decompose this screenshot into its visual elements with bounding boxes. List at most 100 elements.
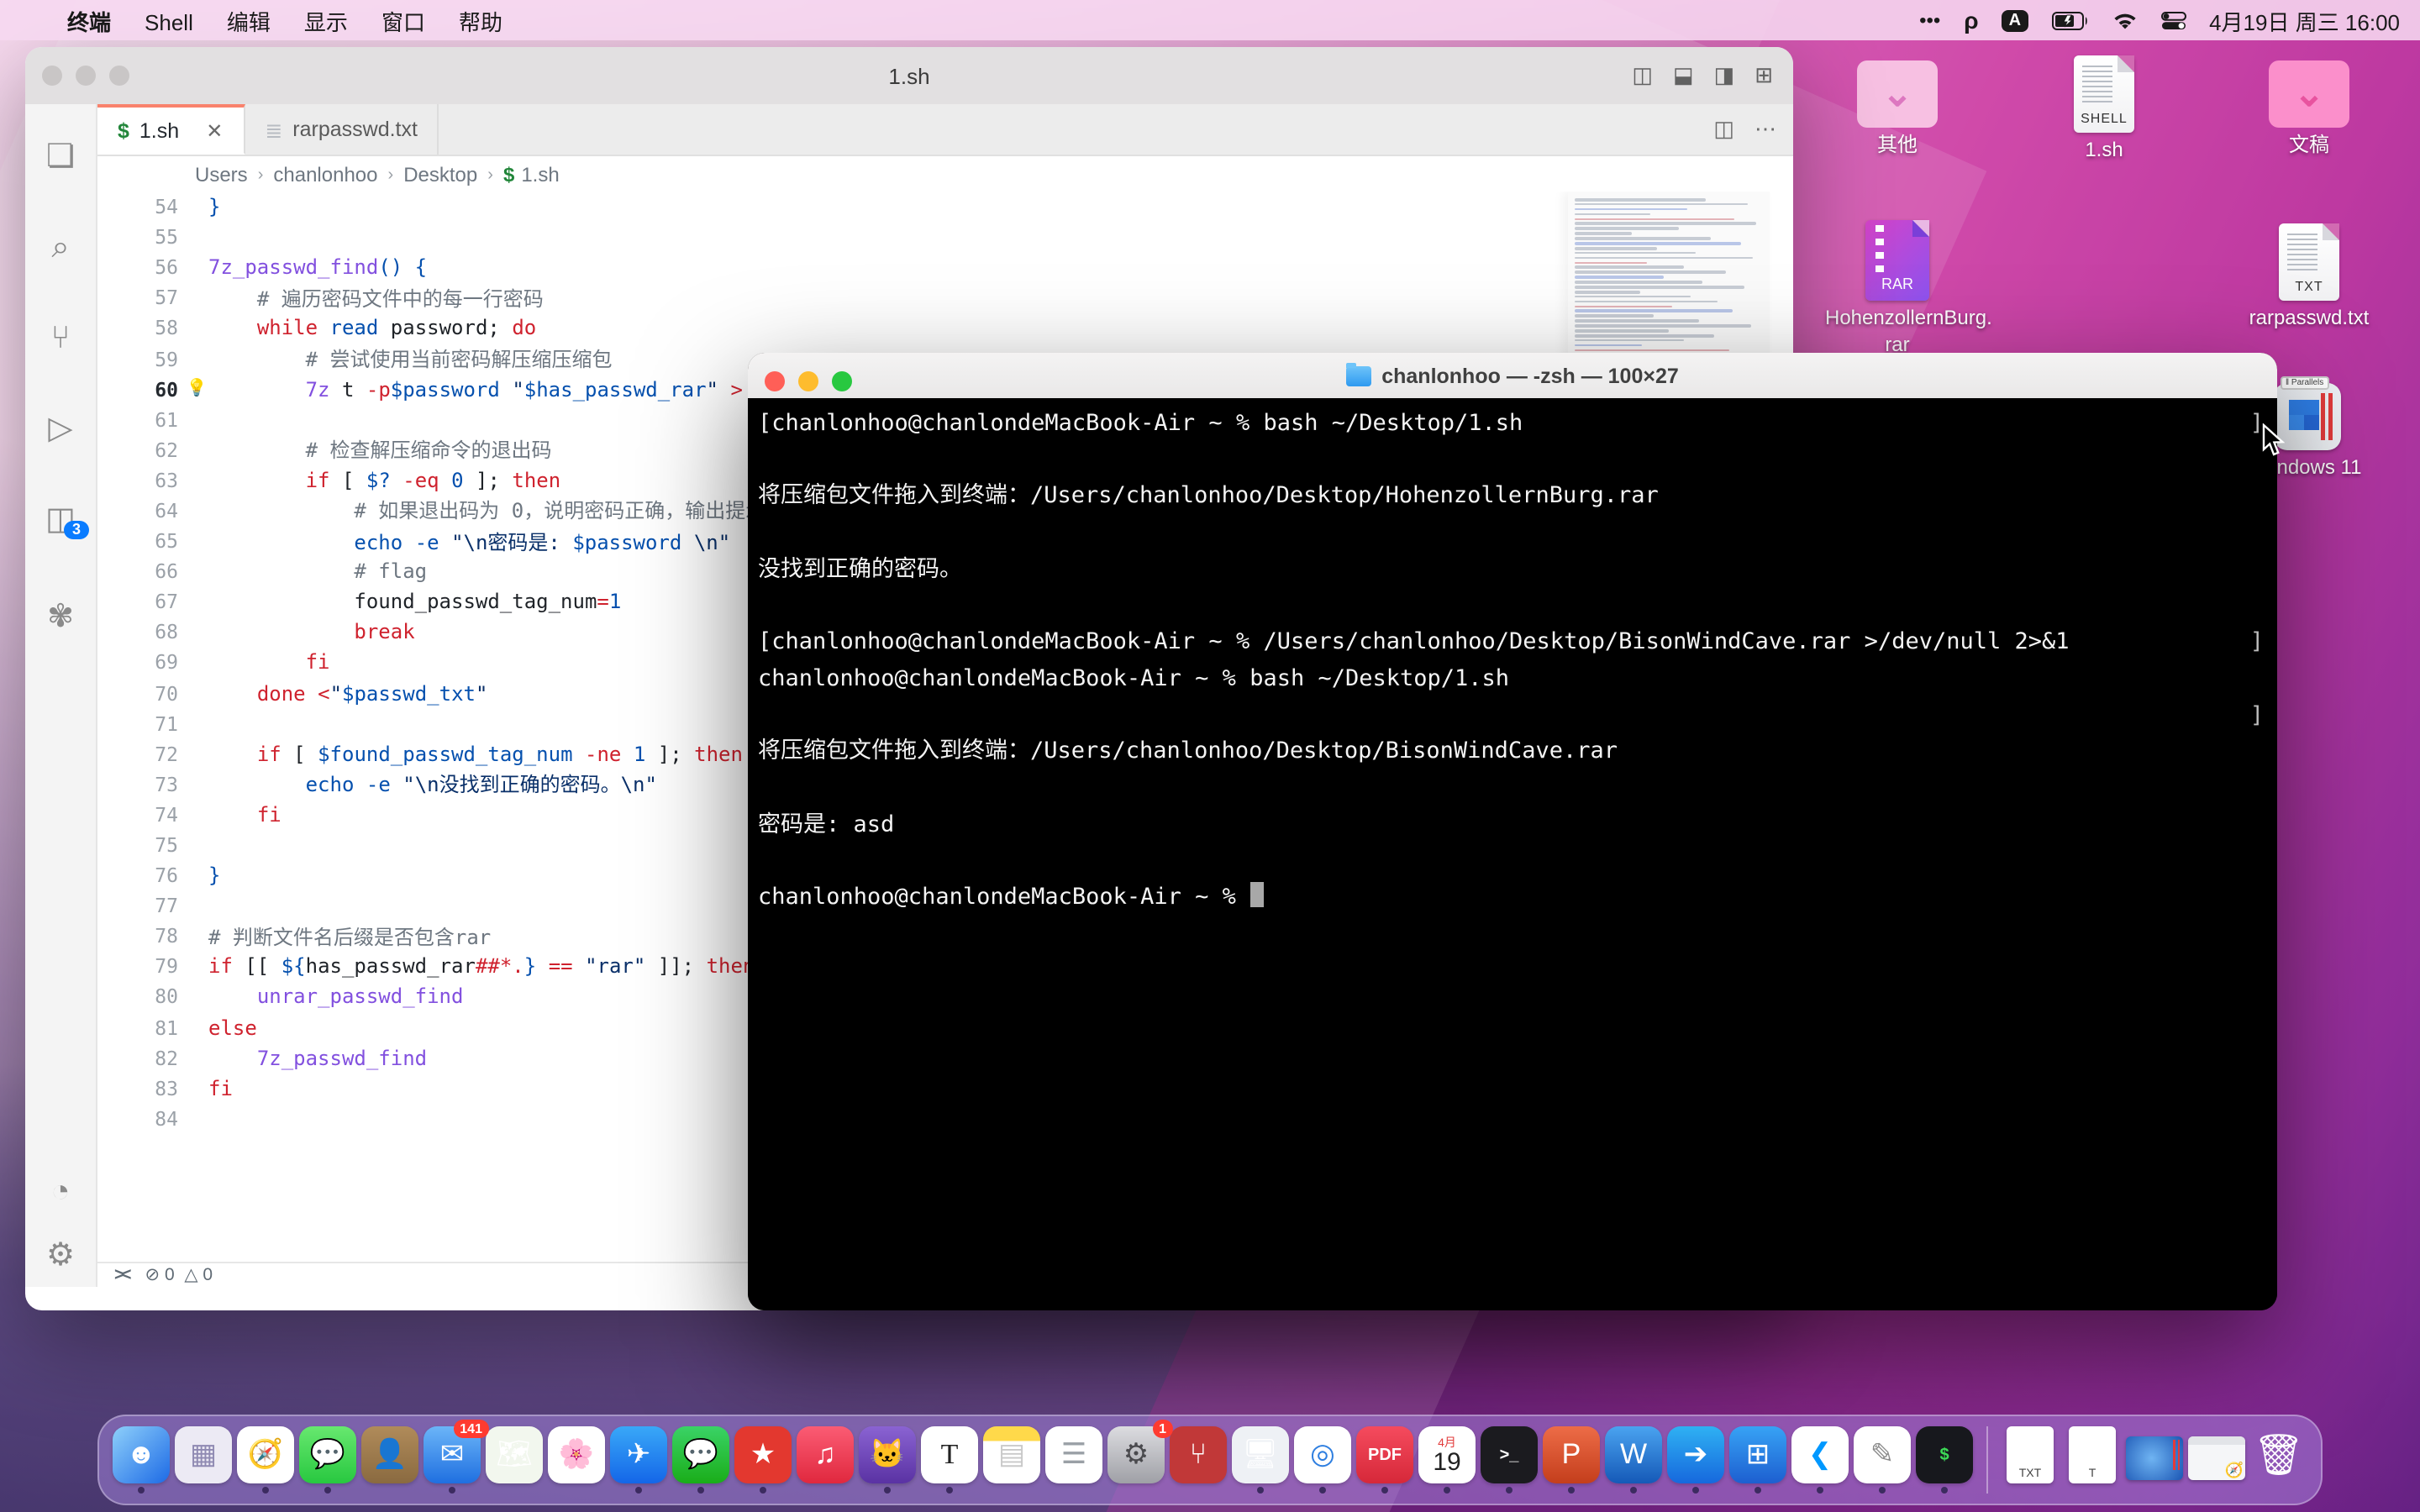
desktop-icon-file-1sh[interactable]: SHELL 1.sh	[2032, 55, 2176, 164]
dock-icon-textedit[interactable]: ✎	[1854, 1426, 1911, 1494]
running-indicator-dot	[635, 1487, 642, 1494]
explorer-icon[interactable]: ❏	[25, 141, 96, 173]
desktop-icon-file-rarpasswd[interactable]: TXTrarpasswd.txt	[2237, 223, 2381, 332]
more-actions-icon[interactable]: ⋯	[1754, 116, 1776, 143]
dock-icon-weread[interactable]: ★	[734, 1426, 792, 1494]
wifi-icon[interactable]	[2112, 11, 2137, 29]
zoom-window-button[interactable]	[109, 66, 129, 86]
vscode-title-bar[interactable]: 1.sh ◫ ⬓ ◨ ⊞	[25, 47, 1793, 104]
breadcrumb-separator: ›	[388, 165, 394, 184]
lightbulb-icon[interactable]: 💡	[185, 380, 208, 398]
toggle-panel-icon[interactable]: ⬓	[1673, 62, 1694, 89]
openai-extension-icon[interactable]: ✾	[25, 601, 96, 633]
dock-icon-git-fork-red[interactable]: ⑂	[1170, 1426, 1227, 1494]
dock-icon-blue-arrow-app[interactable]: ➔	[1667, 1426, 1724, 1494]
dock-icon-typora[interactable]: T	[921, 1426, 978, 1494]
desktop-icon-folder-stack-documents[interactable]: ⌄文稿	[2237, 60, 2381, 159]
dock-icon-contacts[interactable]: 👤	[361, 1426, 418, 1494]
dock-icon-launchpad[interactable]: ▦	[175, 1426, 232, 1494]
dock-icon-messages[interactable]: 💬	[299, 1426, 356, 1494]
dock-icon-windows-11-vm[interactable]: ⊞	[1729, 1426, 1786, 1494]
dock-icon-github-desktop[interactable]: 🐱	[859, 1426, 916, 1494]
tab-1sh[interactable]: $ 1.sh ✕	[97, 104, 245, 155]
remote-indicator-icon[interactable]: ><	[114, 1265, 129, 1285]
accounts-icon[interactable]: ◔	[25, 1176, 96, 1208]
dock-icon-parallels-desktop[interactable]: 🖥	[1232, 1426, 1289, 1494]
menu-item-帮助[interactable]: 帮助	[442, 9, 519, 34]
breadcrumb-file[interactable]: $1.sh	[503, 163, 560, 186]
dock-icon-powerpoint[interactable]: P	[1543, 1426, 1600, 1494]
dock-icon-terminal[interactable]: >_	[1481, 1426, 1538, 1494]
dock-icon-pdf-expert[interactable]: PDF	[1356, 1426, 1413, 1494]
zoom-window-button[interactable]	[832, 371, 852, 391]
dock-item-trash[interactable]: 🗑	[2250, 1426, 2307, 1494]
search-icon[interactable]: ⌕	[25, 232, 96, 264]
battery-icon[interactable]	[2051, 11, 2088, 29]
dock-icon-safari[interactable]: 🧭	[237, 1426, 294, 1494]
dock-item-minimized-windows-window[interactable]	[2126, 1430, 2183, 1490]
maps-icon: 🗺	[486, 1426, 543, 1483]
toggle-primary-sidebar-icon[interactable]: ◫	[1632, 62, 1653, 89]
dock-icon-notes[interactable]: ▤	[983, 1426, 1040, 1494]
dock-icon-iterm[interactable]: $	[1916, 1426, 1973, 1494]
menu-item-编辑[interactable]: 编辑	[210, 9, 287, 34]
dock-item-minimized-safari-window[interactable]: 🧭	[2188, 1430, 2245, 1490]
parallels-status-icon[interactable]: ρ	[1964, 7, 1978, 34]
minimap[interactable]	[1568, 192, 1770, 376]
document-icon: T	[2069, 1426, 2116, 1483]
dock-icon-wechat[interactable]: 💬	[672, 1426, 729, 1494]
breadcrumb-separator: ›	[258, 165, 264, 184]
dock-item-t-document[interactable]: T	[2064, 1426, 2121, 1494]
breadcrumb-segment[interactable]: Users	[195, 163, 248, 186]
breadcrumb-segment[interactable]: Desktop	[403, 163, 477, 186]
home-folder-icon	[1346, 365, 1371, 386]
control-center-icon[interactable]	[2160, 11, 2186, 29]
document-icon: SHELL	[2074, 55, 2134, 133]
dock-icon-telegram-wing[interactable]: ✈	[610, 1426, 667, 1494]
dock-icon-finder[interactable]: ☻	[113, 1426, 170, 1494]
minimize-window-button[interactable]	[76, 66, 96, 86]
extensions-icon[interactable]: ◫3	[25, 504, 96, 536]
close-window-button[interactable]	[42, 66, 62, 86]
problems-status[interactable]: ⊘ 0 △ 0	[145, 1265, 213, 1285]
menu-item-终端[interactable]: 终端	[50, 9, 128, 34]
menu-bar-clock[interactable]: 4月19日 周三 16:00	[2209, 4, 2400, 36]
dock-icon-music[interactable]: ♫	[797, 1426, 854, 1494]
toggle-secondary-sidebar-icon[interactable]: ◨	[1714, 62, 1735, 89]
dock-icon-calendar[interactable]: 4月19	[1418, 1426, 1476, 1494]
dock-icon-word[interactable]: W	[1605, 1426, 1662, 1494]
typora-icon: T	[921, 1426, 978, 1483]
menu-item-显示[interactable]: 显示	[287, 9, 365, 34]
desktop-icon-file-rar[interactable]: RARHohenzollernBurg. rar	[1825, 220, 1970, 358]
terminal-content[interactable]: [chanlonhoo@chanlondeMacBook-Air ~ % bas…	[748, 398, 2277, 1310]
desktop-icon-label: 1.sh	[2032, 138, 2176, 164]
code-line: 58 while read password; do	[97, 313, 1793, 344]
dock-icon-photos[interactable]: 🌸	[548, 1426, 605, 1494]
dock-icon-mail[interactable]: ✉141	[424, 1426, 481, 1494]
dock-icon-reminders[interactable]: ☰	[1045, 1426, 1102, 1494]
close-tab-icon[interactable]: ✕	[206, 118, 223, 142]
dock-item-txt-file[interactable]: TXT	[2002, 1426, 2059, 1494]
menu-item-窗口[interactable]: 窗口	[365, 9, 442, 34]
breadcrumb[interactable]: Users›chanlonhoo›Desktop›$1.sh	[97, 156, 1793, 193]
dock-icon-system-settings[interactable]: ⚙1	[1107, 1426, 1165, 1494]
menu-item-Shell[interactable]: Shell	[128, 9, 210, 34]
desktop-icon-folder-stack-other[interactable]: ⌄其他	[1825, 60, 1970, 159]
input-source-icon[interactable]: A	[2002, 9, 2028, 31]
breadcrumb-segment[interactable]: chanlonhoo	[273, 163, 377, 186]
more-status-icon[interactable]: •••	[1919, 8, 1940, 32]
source-control-icon[interactable]: ⑂	[25, 323, 96, 354]
close-window-button[interactable]	[765, 371, 785, 391]
dock-icon-rings-app[interactable]: ◎	[1294, 1426, 1351, 1494]
launchpad-icon: ▦	[175, 1426, 232, 1483]
minimize-window-button[interactable]	[798, 371, 818, 391]
dock-icon-maps[interactable]: 🗺	[486, 1426, 543, 1494]
tab-label: 1.sh	[139, 118, 179, 142]
split-editor-icon[interactable]: ◫	[1713, 116, 1734, 143]
customize-layout-icon[interactable]: ⊞	[1754, 62, 1773, 89]
run-debug-icon[interactable]: ▷	[25, 413, 96, 445]
tab-rarpasswd-txt[interactable]: ≣ rarpasswd.txt	[245, 104, 439, 155]
dock-icon-vscode[interactable]: ❮	[1791, 1426, 1849, 1494]
terminal-title-bar[interactable]: chanlonhoo — -zsh — 100×27	[748, 353, 2277, 400]
settings-gear-icon[interactable]: ⚙	[25, 1240, 96, 1272]
